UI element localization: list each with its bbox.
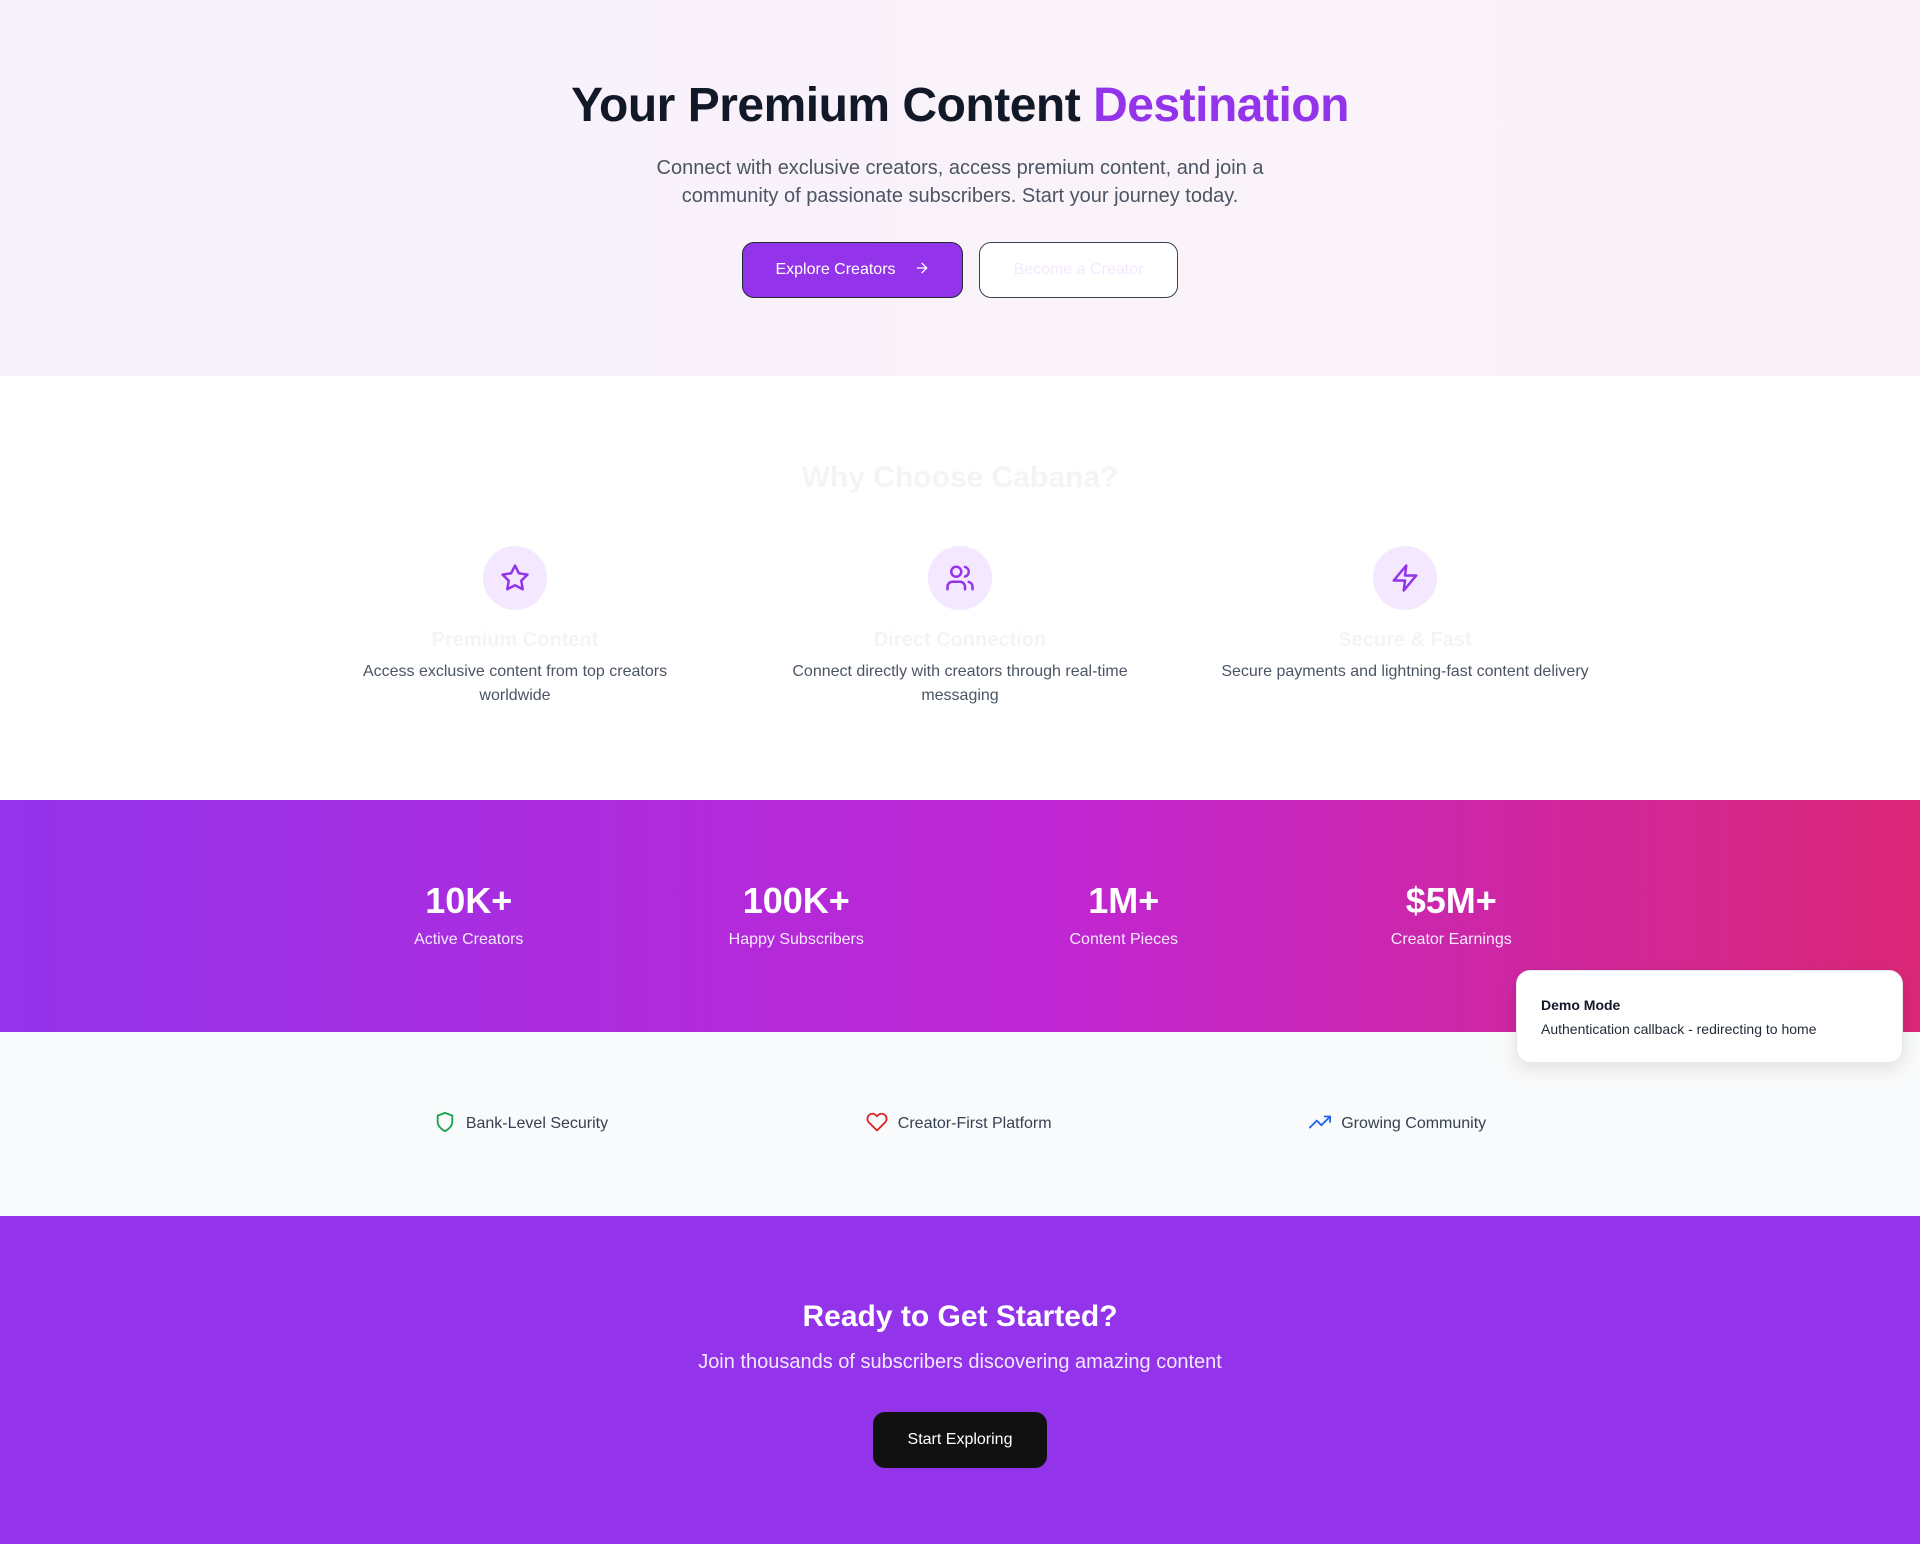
stat-value: 100K+ xyxy=(742,880,850,921)
trust-label: Creator-First Platform xyxy=(897,1115,1052,1132)
start-exploring-label: Start Exploring xyxy=(907,1431,1013,1448)
feature-card: Direct Connection Connect directly with … xyxy=(750,546,1170,708)
feature-card: Secure & Fast Secure payments and lightn… xyxy=(1195,546,1615,708)
stat-value: 10K+ xyxy=(425,880,513,921)
arrow-right-icon xyxy=(914,260,930,281)
start-exploring-button[interactable]: Start Exploring xyxy=(873,1412,1047,1468)
cta-section: Ready to Get Started? Join thousands of … xyxy=(0,1216,1920,1544)
feature-title: Premium Content xyxy=(431,629,599,651)
stat-item: 10K+ Active Creators xyxy=(305,880,633,1032)
feature-grid: Premium Content Access exclusive content… xyxy=(305,546,1615,708)
features-heading: Why Choose Cabana? xyxy=(801,461,1119,494)
feature-description: Secure payments and lightning-fast conte… xyxy=(1221,663,1589,680)
feature-description: Access exclusive content from top creato… xyxy=(362,663,668,704)
demo-mode-toast[interactable]: Demo Mode Authentication callback - redi… xyxy=(1516,970,1903,1063)
hero-title-main: Your Premium Content xyxy=(571,79,1094,132)
hero-subtitle: Connect with exclusive creators, access … xyxy=(656,157,1264,207)
stat-item: 1M+ Content Pieces xyxy=(960,880,1288,1032)
star-icon xyxy=(483,546,547,610)
stat-value: 1M+ xyxy=(1088,880,1160,921)
stats-row: 10K+ Active Creators 100K+ Happy Subscri… xyxy=(305,880,1615,1032)
feature-title: Direct Connection xyxy=(873,629,1047,651)
hero-title: Your Premium Content Destination xyxy=(0,76,1920,136)
explore-creators-button[interactable]: Explore Creators xyxy=(742,242,963,298)
shield-icon xyxy=(434,1111,456,1138)
trust-label: Growing Community xyxy=(1341,1115,1487,1132)
stat-label: Creator Earnings xyxy=(1390,931,1512,948)
lightning-icon xyxy=(1373,546,1437,610)
features-section: Why Choose Cabana? Premium Content Acces… xyxy=(0,376,1920,800)
become-creator-button[interactable]: Become a Creator xyxy=(979,242,1178,298)
trust-item: Creator-First Platform xyxy=(866,1111,1052,1138)
stat-label: Content Pieces xyxy=(1069,931,1178,948)
stat-label: Happy Subscribers xyxy=(728,931,864,948)
stat-value: $5M+ xyxy=(1405,880,1497,921)
explore-creators-label: Explore Creators xyxy=(775,261,896,278)
feature-title: Secure & Fast xyxy=(1338,629,1472,651)
hero-section: Your Premium Content Destination Connect… xyxy=(0,0,1920,376)
trust-label: Bank-Level Security xyxy=(465,1115,609,1132)
trust-row: Bank-Level Security Creator-First Platfo… xyxy=(305,1111,1615,1138)
trust-item: Growing Community xyxy=(1309,1111,1486,1138)
cta-heading: Ready to Get Started? xyxy=(802,1300,1118,1333)
hero-buttons: Explore Creators Become a Creator xyxy=(0,242,1920,298)
toast-title: Demo Mode xyxy=(1541,997,1621,1013)
toast-description: Authentication callback - redirecting to… xyxy=(1541,1021,1817,1037)
become-creator-label: Become a Creator xyxy=(1013,261,1144,278)
stat-label: Active Creators xyxy=(414,931,524,948)
users-icon xyxy=(928,546,992,610)
trust-item: Bank-Level Security xyxy=(434,1111,608,1138)
feature-card: Premium Content Access exclusive content… xyxy=(305,546,725,708)
hero-title-accent: Destination xyxy=(1093,79,1349,132)
feature-description: Connect directly with creators through r… xyxy=(792,663,1128,704)
trending-up-icon xyxy=(1309,1111,1332,1138)
heart-icon xyxy=(866,1111,888,1138)
cta-subtitle: Join thousands of subscribers discoverin… xyxy=(698,1351,1222,1373)
stat-item: 100K+ Happy Subscribers xyxy=(633,880,961,1032)
